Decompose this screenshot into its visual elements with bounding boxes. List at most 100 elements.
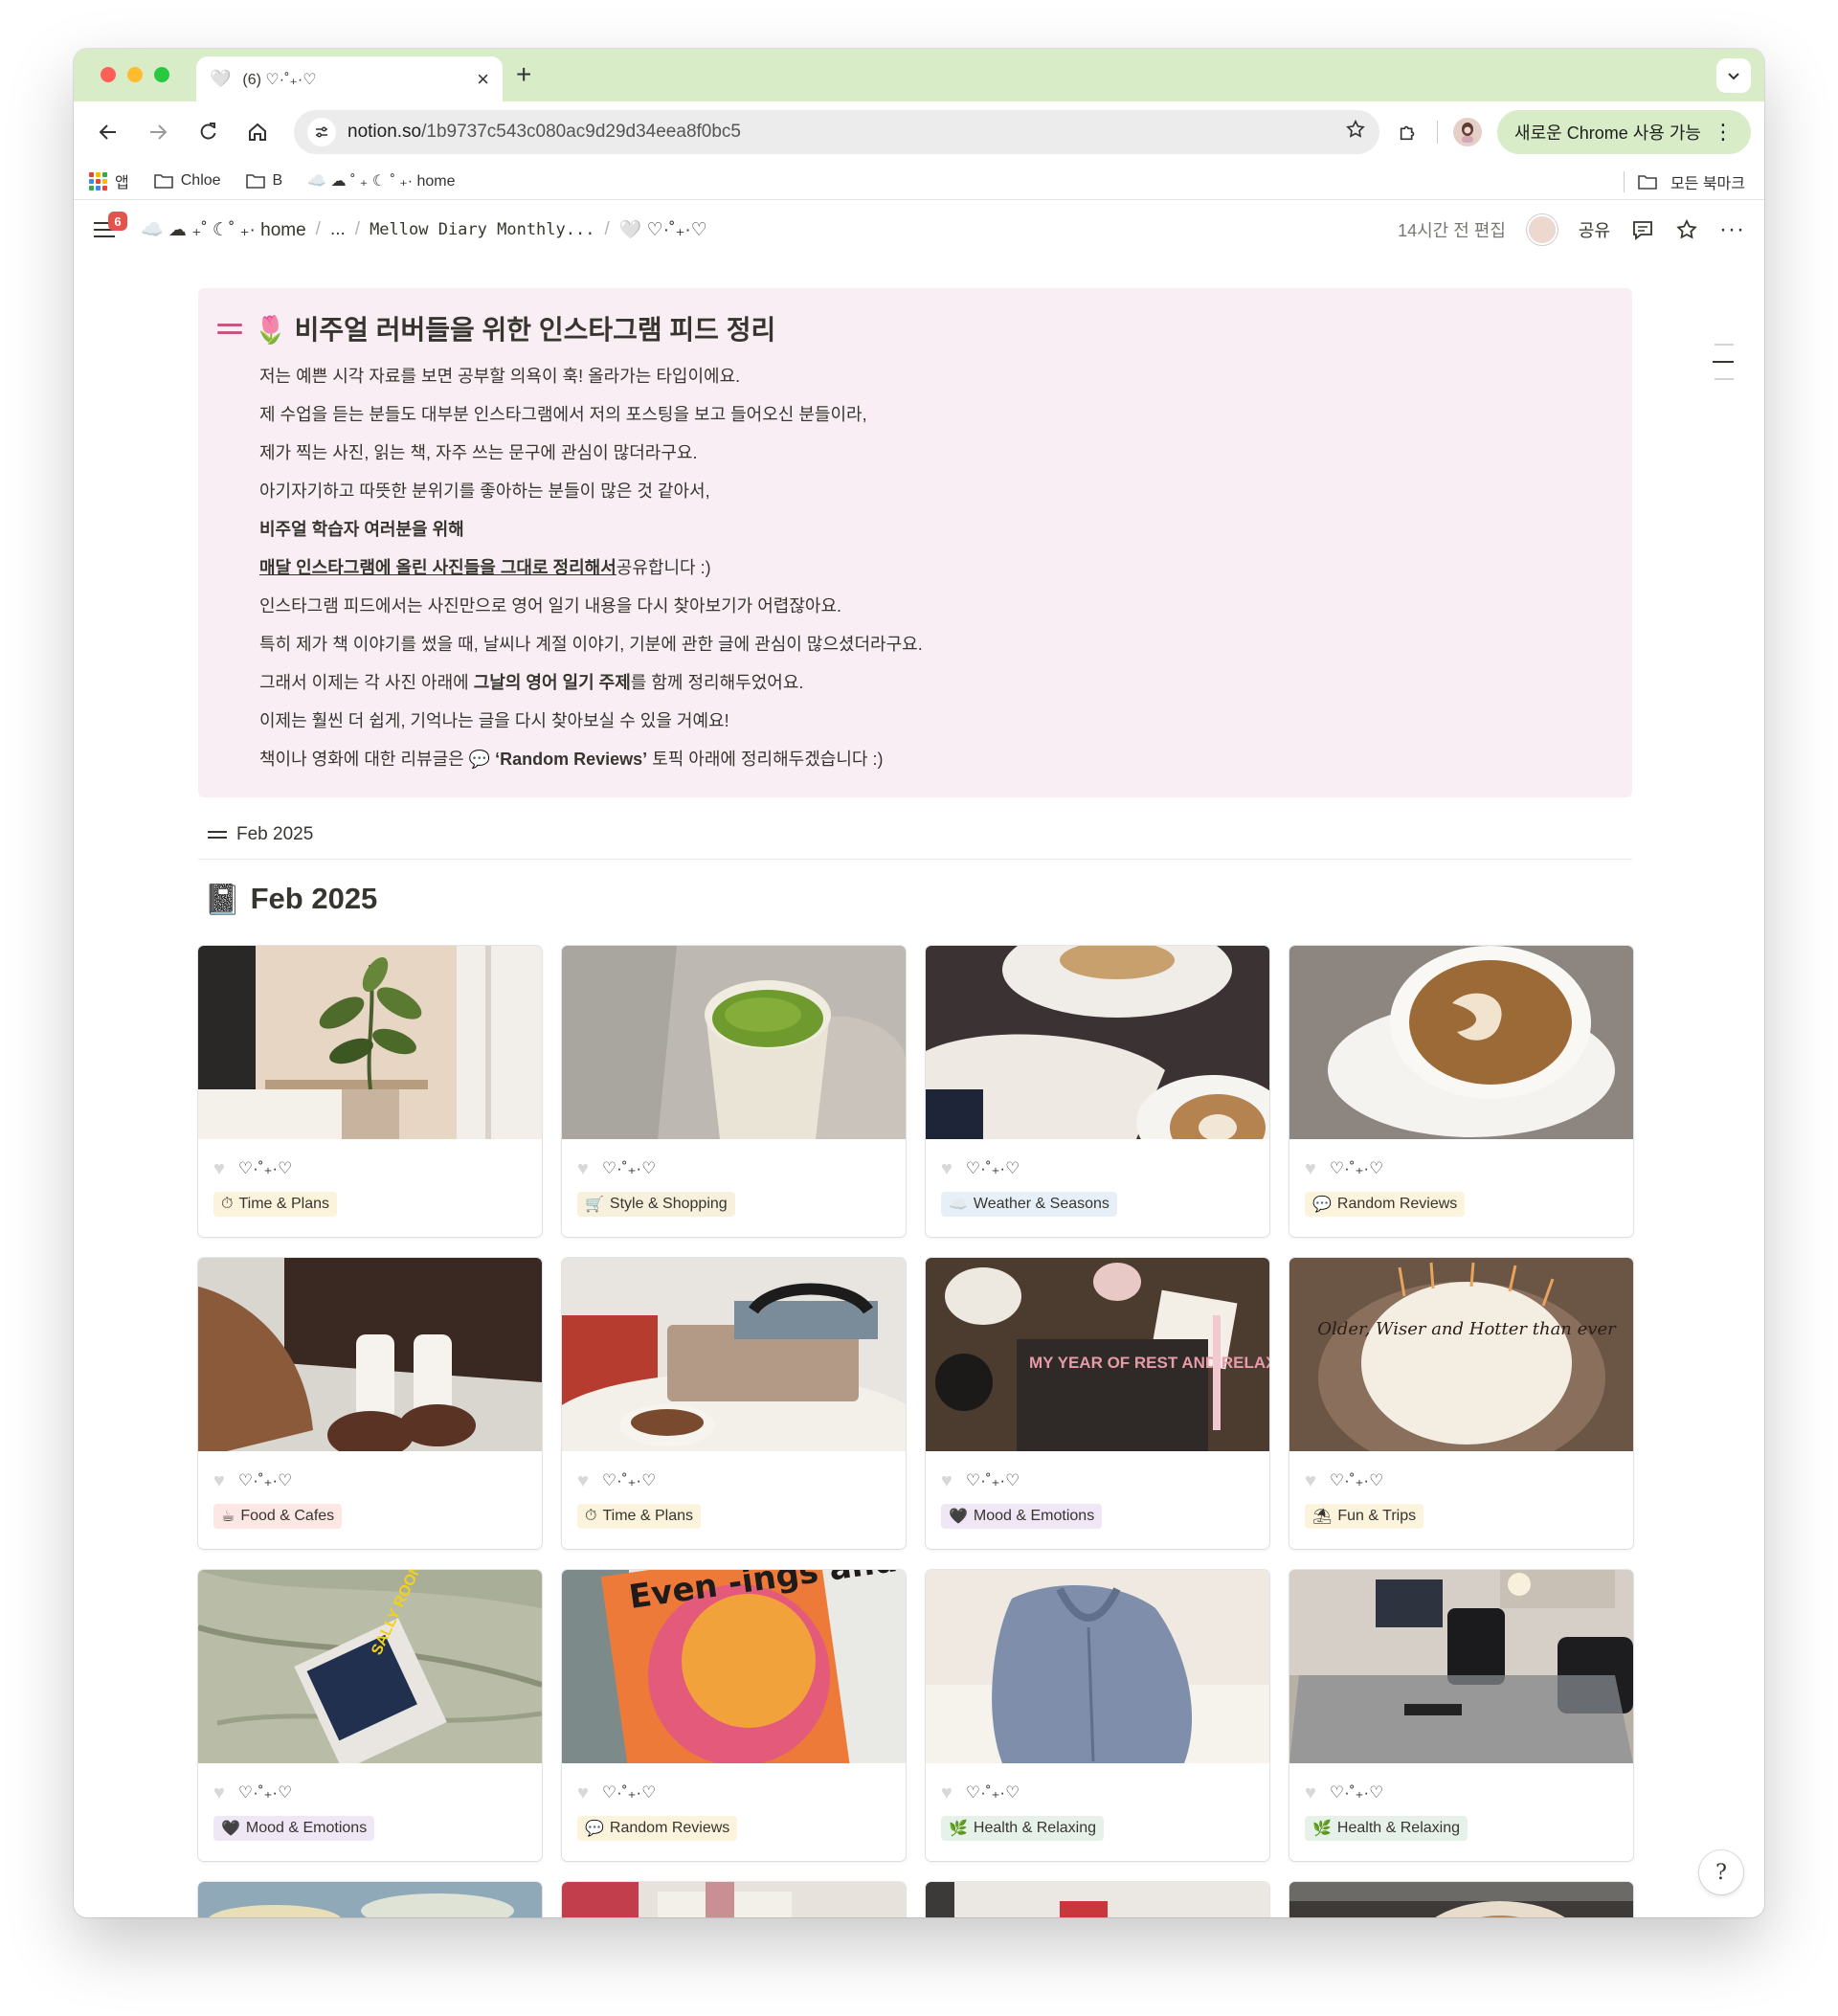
- page-content: 🌷 비주얼 러버들을 위한 인스타그램 피드 정리 저는 예쁜 시각 자료를 보…: [198, 288, 1633, 1917]
- browser-tab[interactable]: 🤍 (6) ♡·˚₊·♡ ×: [196, 56, 503, 101]
- tag-mood-emotions[interactable]: 🖤 Mood & Emotions: [941, 1504, 1103, 1529]
- tab-strip: 🤍 (6) ♡·˚₊·♡ × +: [74, 49, 1764, 101]
- card-tag-row: 🌿 Health & Relaxing: [926, 1807, 1269, 1841]
- more-options-icon[interactable]: ···: [1719, 216, 1745, 243]
- card-title-row: ♥ ♡·˚₊·♡: [1289, 1763, 1633, 1807]
- card-title-row: ♥ ♡·˚₊·♡: [926, 1763, 1269, 1807]
- gallery-card[interactable]: [562, 1882, 906, 1917]
- tag-label: Style & Shopping: [609, 1196, 728, 1212]
- callout-line: 제가 찍는 사진, 읽는 책, 자주 쓰는 문구에 관심이 많더라구요.: [259, 443, 698, 462]
- gallery-card[interactable]: [1289, 1882, 1633, 1917]
- arrow-left-icon: [99, 124, 116, 140]
- window-controls: [101, 67, 169, 82]
- card-title: ♡·˚₊·♡: [601, 1159, 657, 1177]
- collaborator-avatar[interactable]: [1526, 214, 1558, 245]
- share-button[interactable]: 공유: [1579, 217, 1610, 242]
- tag-fun-trips[interactable]: ⛱ Fun & Trips: [1305, 1504, 1424, 1529]
- back-button[interactable]: [87, 111, 129, 153]
- help-button[interactable]: ?: [1699, 1850, 1743, 1894]
- white-heart-icon: ♥: [213, 1781, 225, 1803]
- card-title-row: ♥ ♡·˚₊·♡: [198, 1139, 542, 1183]
- profile-avatar[interactable]: [1453, 118, 1483, 146]
- chrome-update-button[interactable]: 새로운 Chrome 사용 가능 ⋮: [1497, 110, 1751, 154]
- gallery-card[interactable]: ♥ ♡·˚₊·♡ ⏱ Time & Plans: [198, 946, 542, 1237]
- card-title-row: ♥ ♡·˚₊·♡: [926, 1139, 1269, 1183]
- gallery-card[interactable]: ♥ ♡·˚₊·♡ ☁️ Weather & Seasons: [926, 946, 1269, 1237]
- browser-window: 🤍 (6) ♡·˚₊·♡ × + notion.so/1b9737c543c08…: [74, 49, 1764, 1917]
- breadcrumb-ellipsis[interactable]: ...: [330, 219, 346, 240]
- browser-toolbar: notion.so/1b9737c543c080ac9d29d34eea8f0b…: [74, 101, 1764, 163]
- callout-title-row: 🌷 비주얼 러버들을 위한 인스타그램 피드 정리: [217, 309, 1609, 347]
- tag-food-cafes[interactable]: ☕ Food & Cafes: [213, 1504, 343, 1529]
- toggle-block-feb[interactable]: Feb 2025: [198, 813, 1632, 860]
- close-window-button[interactable]: [101, 67, 116, 82]
- gallery-card[interactable]: [926, 1882, 1269, 1917]
- tag-random-reviews[interactable]: 💬 Random Reviews: [577, 1816, 738, 1841]
- callout-line: 저는 예쁜 시각 자료를 보면 공부할 의욕이 훅! 올라가는 타입이에요.: [259, 367, 741, 386]
- bookmark-folder-b[interactable]: B: [245, 172, 282, 190]
- breadcrumb-home[interactable]: ☁️ ☁ ₊˚ ☾˚ ₊· home: [141, 218, 306, 241]
- tag-mood-emotions[interactable]: 🖤 Mood & Emotions: [213, 1816, 375, 1841]
- gallery-card[interactable]: ♥ ♡·˚₊·♡ 🌿 Health & Relaxing: [1289, 1570, 1633, 1861]
- card-cover-book-rest: MY YEAR OF REST AND RELAXATION: [926, 1258, 1269, 1451]
- tab-close-icon[interactable]: ×: [477, 67, 489, 92]
- sidebar-menu-button[interactable]: 6: [93, 212, 127, 244]
- card-cover-bed-book: SALLY ROONEY: [198, 1570, 542, 1763]
- reload-button[interactable]: [187, 111, 229, 153]
- breadcrumb-current-page[interactable]: 🤍 ♡·˚₊·♡: [619, 218, 707, 241]
- tag-time-plans[interactable]: ⏱ Time & Plans: [213, 1192, 338, 1217]
- home-icon: [249, 123, 266, 141]
- tag-weather-seasons[interactable]: ☁️ Weather & Seasons: [941, 1192, 1117, 1217]
- minimize-window-button[interactable]: [127, 67, 143, 82]
- folder-icon: [1638, 174, 1657, 190]
- chevron-down-icon: [1728, 73, 1739, 80]
- tag-label: Random Reviews: [1336, 1196, 1458, 1212]
- table-of-contents-minimap[interactable]: [1713, 344, 1734, 380]
- gallery-card[interactable]: ♥ ♡·˚₊·♡ 🛒 Style & Shopping: [562, 946, 906, 1237]
- zoom-window-button[interactable]: [154, 67, 169, 82]
- gallery-card[interactable]: SALLY ROONEY ♥ ♡·˚₊·♡ 🖤 Mood & Emotions: [198, 1570, 542, 1861]
- toggle-heading-icon[interactable]: [217, 319, 242, 339]
- shopping-cart-icon: 🛒: [585, 1197, 604, 1213]
- tag-random-reviews[interactable]: 💬 Random Reviews: [1305, 1192, 1466, 1217]
- gallery-card[interactable]: MY YEAR OF REST AND RELAXATION ♥ ♡·˚₊·♡ …: [926, 1258, 1269, 1549]
- extensions-button[interactable]: [1387, 111, 1429, 153]
- tag-time-plans[interactable]: ⏱ Time & Plans: [577, 1504, 702, 1529]
- gallery-card[interactable]: ♥ ♡·˚₊·♡ ⏱ Time & Plans: [562, 1258, 906, 1549]
- tab-search-button[interactable]: [1716, 58, 1751, 93]
- kebab-menu-icon[interactable]: ⋮: [1713, 122, 1734, 143]
- favorite-star-icon[interactable]: [1675, 218, 1698, 241]
- notion-topbar: 6 ☁️ ☁ ₊˚ ☾˚ ₊· home / ... / Mellow Diar…: [74, 200, 1764, 259]
- leaf-icon: 🌿: [1312, 1821, 1332, 1837]
- comment-icon[interactable]: [1631, 218, 1654, 241]
- gallery-card[interactable]: ♥ ♡·˚₊·♡ 💬 Random Reviews: [1289, 946, 1633, 1237]
- bookmark-apps[interactable]: 앱: [89, 169, 129, 192]
- apps-grid-icon: [89, 171, 107, 190]
- tag-health-relaxing[interactable]: 🌿 Health & Relaxing: [1305, 1816, 1468, 1841]
- breadcrumb-mellow-diary[interactable]: Mellow Diary Monthly...: [370, 220, 594, 239]
- card-tag-row: 🌿 Health & Relaxing: [1289, 1807, 1633, 1841]
- gallery-card[interactable]: [198, 1882, 542, 1917]
- forward-button[interactable]: [137, 111, 179, 153]
- home-button[interactable]: [236, 111, 279, 153]
- card-title-row: ♥ ♡·˚₊·♡: [562, 1451, 906, 1495]
- gallery-card[interactable]: ♥ ♡·˚₊·♡ 🌿 Health & Relaxing: [926, 1570, 1269, 1861]
- bookmark-all[interactable]: 모든 북마크: [1623, 163, 1745, 200]
- gallery-card[interactable]: ♥ ♡·˚₊·♡ ☕ Food & Cafes: [198, 1258, 542, 1549]
- tag-health-relaxing[interactable]: 🌿 Health & Relaxing: [941, 1816, 1104, 1841]
- tag-style-shopping[interactable]: 🛒 Style & Shopping: [577, 1192, 735, 1217]
- bookmark-divider: [1623, 170, 1625, 192]
- card-title-row: ♥ ♡·˚₊·♡: [198, 1763, 542, 1807]
- bookmark-home[interactable]: ☁️ ☁ ˚ ₊ ☾ ˚ ₊· home: [307, 171, 455, 190]
- bookmark-star-icon[interactable]: [1345, 119, 1366, 146]
- callout-title: 🌷 비주얼 러버들을 위한 인스타그램 피드 정리: [254, 315, 776, 345]
- site-settings-icon[interactable]: [307, 118, 336, 146]
- gallery-card[interactable]: Older, Wiser and Hotter than ever ♥ ♡·˚₊…: [1289, 1258, 1633, 1549]
- bookmark-folder-chloe[interactable]: Chloe: [153, 172, 221, 190]
- callout-line: 매달 인스타그램에 올린 사진들을 그대로 정리해서공유합니다 :): [259, 558, 711, 577]
- address-bar[interactable]: notion.so/1b9737c543c080ac9d29d34eea8f0b…: [294, 110, 1380, 154]
- toggle-label: Feb 2025: [236, 824, 314, 844]
- new-tab-icon[interactable]: +: [516, 59, 531, 90]
- card-tag-row: ⏱ Time & Plans: [562, 1495, 906, 1529]
- gallery-card[interactable]: Even -ings and Week ends ♥ ♡·˚₊·♡ 💬 Rand…: [562, 1570, 906, 1861]
